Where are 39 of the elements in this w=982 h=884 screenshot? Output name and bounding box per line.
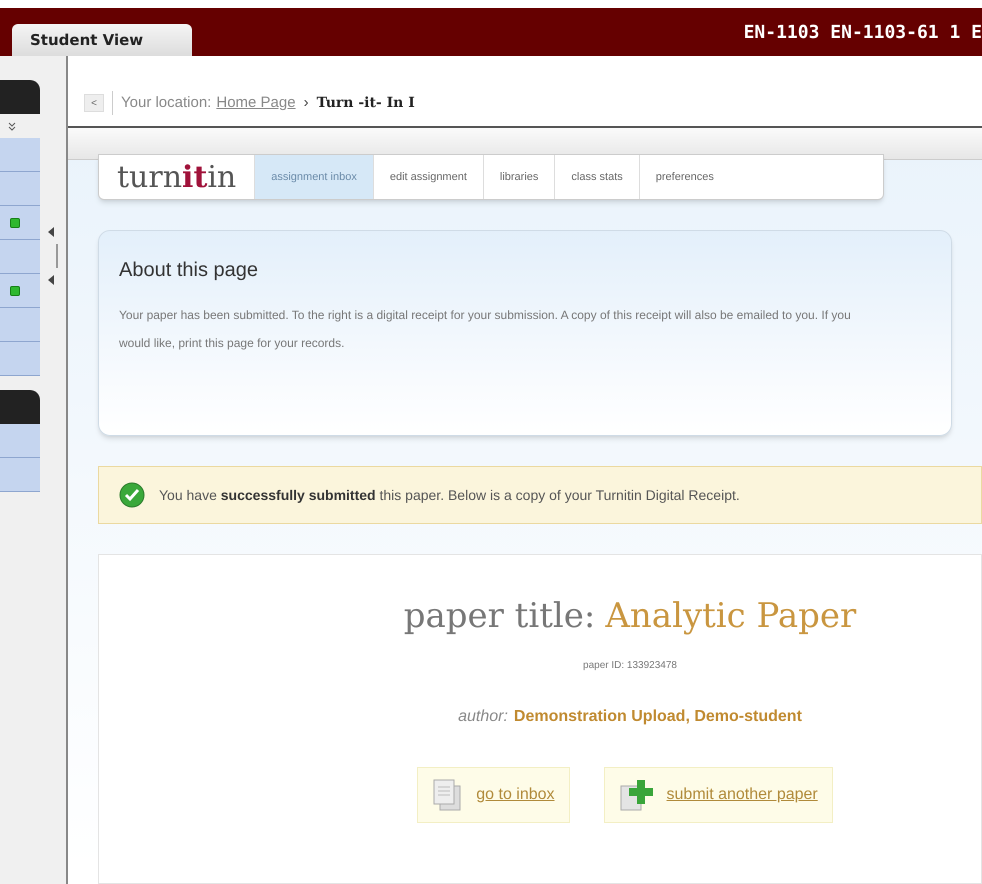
location-label: Your location:: [121, 92, 212, 113]
sidebar-row[interactable]: [0, 206, 40, 240]
student-view-tab[interactable]: Student View: [12, 24, 192, 56]
add-document-icon: [618, 778, 653, 812]
back-button[interactable]: <: [84, 94, 104, 112]
resize-handle-icon[interactable]: [46, 226, 60, 286]
sidebar-row[interactable]: [0, 308, 40, 342]
action-link[interactable]: submit another paper: [604, 767, 833, 823]
check-icon: [119, 482, 145, 508]
sidebar-row[interactable]: [0, 172, 40, 206]
sidebar-row[interactable]: [0, 424, 40, 458]
documents-icon: [432, 778, 462, 812]
turnitin-logo: turnitin: [116, 158, 238, 196]
nav-tab[interactable]: edit assignment: [372, 155, 483, 199]
breadcrumb-separator: ›: [304, 92, 309, 113]
current-page: Turn -it- In I: [316, 94, 415, 112]
author-name: Demonstration Upload, Demo-student: [514, 707, 802, 727]
sidebar-row[interactable]: [0, 240, 40, 274]
paper-title: Analytic Paper: [605, 595, 856, 638]
sidebar-row[interactable]: [0, 138, 40, 172]
nav-tab[interactable]: class stats: [554, 155, 639, 199]
nav-tab[interactable]: preferences: [638, 155, 730, 199]
panel-header: [0, 390, 40, 424]
action-link[interactable]: go to inbox: [417, 767, 570, 823]
about-title: About this page: [119, 258, 259, 283]
title-label: paper title:: [404, 595, 596, 638]
paper-id: paper ID: 133923478: [583, 659, 677, 673]
sidebar-row[interactable]: [0, 342, 40, 376]
double-chevron-icon[interactable]: [8, 122, 16, 130]
home-link[interactable]: Home Page: [216, 92, 296, 114]
sidebar-row[interactable]: [0, 274, 40, 308]
nav-tab[interactable]: libraries: [482, 155, 554, 199]
nav-tab[interactable]: assignment inbox: [254, 155, 373, 199]
panel-header: [0, 80, 40, 114]
course-title: EN-1103 EN-1103-61 1 E: [744, 20, 982, 44]
about-text: Your paper has been submitted. To the right is a digital receipt for your submission. A copy of this receipt will also be emailed to you. If you would like, print this page for your records.: [119, 307, 852, 352]
success-message: You have successfully submitted this paper. Below is a copy of your Turnitin Digital Receipt.: [159, 486, 740, 505]
sidebar-row[interactable]: [0, 458, 40, 492]
author-label: author:: [458, 707, 508, 727]
